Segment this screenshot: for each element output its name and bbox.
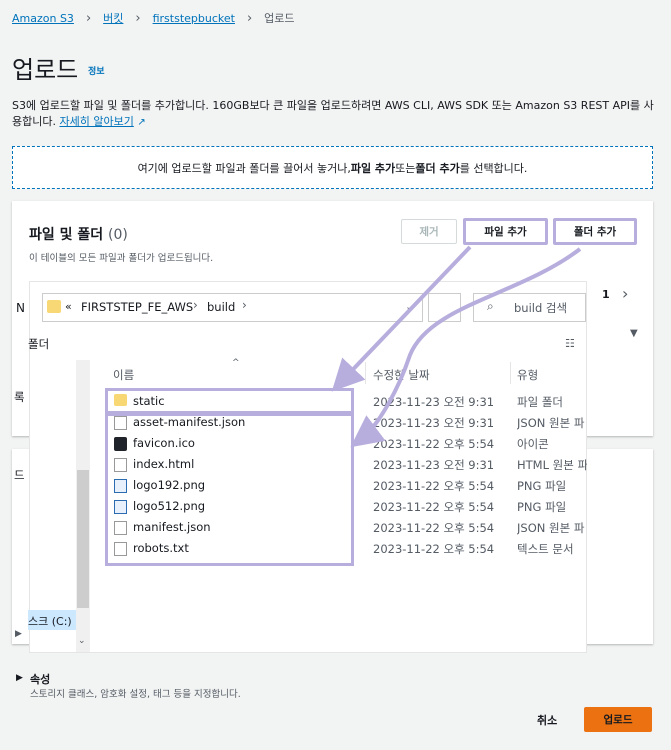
breadcrumb: Amazon S3 › 버킷 › firststepbucket › 업로드 bbox=[12, 10, 295, 26]
breadcrumb-buckets[interactable]: 버킷 bbox=[103, 10, 123, 26]
nav-scroll-thumb[interactable] bbox=[77, 470, 89, 608]
hidden-fragment-c: 드 bbox=[14, 468, 25, 482]
breadcrumb-s3[interactable]: Amazon S3 bbox=[12, 12, 74, 25]
panel-count: (0) bbox=[108, 227, 128, 243]
panel-subtitle: 이 테이블의 모든 파일과 폴더가 업로드됩니다. bbox=[29, 253, 214, 264]
drop-text-bold-2: 폴더 추가 bbox=[415, 161, 460, 175]
file-date: 2023-11-22 오후 5:54 bbox=[373, 500, 495, 514]
cancel-button[interactable]: 취소 bbox=[537, 712, 557, 728]
annotation-arrows bbox=[331, 245, 582, 448]
drop-text-mid: 또는 bbox=[395, 161, 416, 175]
upload-button[interactable]: 업로드 bbox=[584, 707, 652, 732]
drop-zone[interactable]: 여기에 업로드할 파일과 폴더를 끌어서 놓거나, 파일 추가 또는 폴더 추가… bbox=[12, 146, 653, 189]
highlight-files bbox=[105, 413, 354, 566]
breadcrumb-current: 업로드 bbox=[264, 12, 295, 25]
properties-title[interactable]: 속성 bbox=[30, 671, 50, 687]
nav-item-drive[interactable]: 스크 (C:) bbox=[28, 610, 76, 630]
file-type: JSON 원본 파 bbox=[517, 521, 585, 535]
sort-up-icon: ^ bbox=[232, 358, 240, 368]
folder-icon bbox=[47, 300, 61, 313]
chevron-right-icon: › bbox=[246, 10, 253, 26]
chevron-right-icon: › bbox=[242, 298, 247, 312]
next-page-icon[interactable]: › bbox=[622, 284, 628, 303]
file-date: 2023-11-22 오후 5:54 bbox=[373, 521, 495, 535]
file-type: PNG 파일 bbox=[517, 500, 567, 514]
expand-icon[interactable]: ▶ bbox=[16, 673, 23, 683]
scroll-down-icon[interactable]: ⌄ bbox=[78, 636, 86, 646]
expand-icon[interactable]: ▶ bbox=[15, 629, 22, 639]
folder-label: 폴더 bbox=[28, 337, 50, 351]
nav-item-folder[interactable]: 폴더 bbox=[28, 336, 49, 352]
chevron-right-icon: › bbox=[193, 298, 198, 312]
learn-more-link[interactable]: 자세히 알아보기 bbox=[59, 115, 133, 128]
info-link[interactable]: 정보 bbox=[88, 64, 105, 77]
file-date: 2023-11-22 오후 5:54 bbox=[373, 479, 495, 493]
page-title: 업로드 bbox=[12, 56, 79, 84]
drop-text-bold-1: 파일 추가 bbox=[350, 161, 396, 175]
column-name[interactable]: 이름 bbox=[113, 367, 134, 383]
file-type: PNG 파일 bbox=[517, 479, 567, 493]
chevron-right-icon: › bbox=[85, 10, 92, 26]
page-description: S3에 업로드할 파일 및 폴더를 추가합니다. 160GB보다 큰 파일을 업… bbox=[12, 98, 662, 131]
path-sub[interactable]: build bbox=[207, 300, 235, 314]
sort-caret-icon[interactable]: ▼ bbox=[630, 328, 638, 339]
file-type: 텍스트 문서 bbox=[517, 542, 574, 556]
page-number[interactable]: 1 bbox=[602, 288, 610, 301]
drop-text-pre: 여기에 업로드할 파일과 폴더를 끌어서 놓거나, bbox=[137, 161, 351, 175]
address-overflow-icon[interactable]: « bbox=[65, 300, 72, 313]
path-root[interactable]: FIRSTSTEP_FE_AWS bbox=[81, 300, 193, 314]
external-link-icon: ↗ bbox=[137, 117, 146, 128]
drive-label: 스크 (C:) bbox=[28, 615, 72, 628]
files-panel-title: 파일 및 폴더 (0) bbox=[29, 224, 128, 244]
chevron-right-icon: › bbox=[135, 10, 141, 26]
breadcrumb-bucket[interactable]: firststepbucket bbox=[153, 12, 235, 25]
hidden-fragment-a: N bbox=[16, 301, 25, 315]
drop-text-post: 를 선택합니다. bbox=[459, 161, 528, 175]
properties-subtitle: 스토리지 클래스, 암호화 설정, 태그 등을 지정합니다. bbox=[30, 689, 241, 700]
file-date: 2023-11-22 오후 5:54 bbox=[373, 542, 495, 556]
highlight-static bbox=[105, 388, 354, 414]
panel-title: 파일 및 폴더 bbox=[29, 227, 104, 243]
